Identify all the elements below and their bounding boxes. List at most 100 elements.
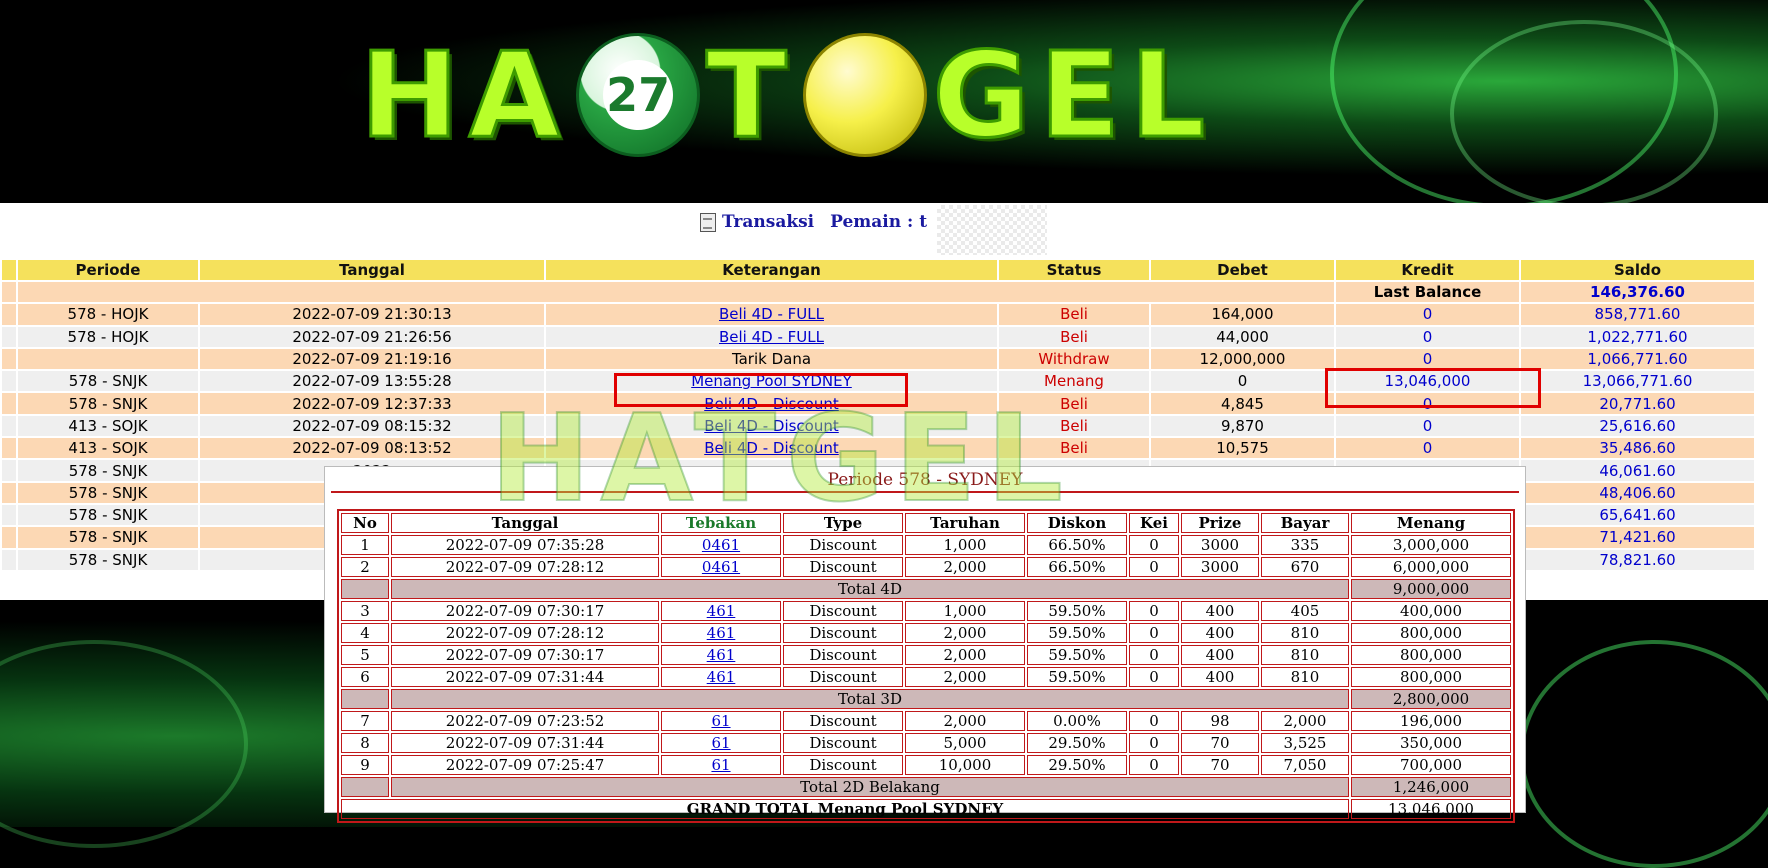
transaction-link[interactable]: Beli 4D - FULL <box>719 305 824 323</box>
cell-no: 8 <box>341 733 389 753</box>
cell-kei: 0 <box>1129 667 1179 687</box>
cell-saldo: 13,066,771.60 <box>1521 371 1754 392</box>
col-taruhan: Taruhan <box>905 513 1025 533</box>
cell-tebakan: 461 <box>661 667 781 687</box>
col-prize: Prize <box>1181 513 1259 533</box>
cell-menang: 6,000,000 <box>1351 557 1511 577</box>
cell-kredit: 0 <box>1336 348 1519 370</box>
cell-tebakan: 61 <box>661 711 781 731</box>
table-row: 578 - HOJK 2022-07-09 21:30:13 Beli 4D - F… <box>2 304 1754 325</box>
group-total-value: 9,000,000 <box>1351 579 1511 599</box>
group-total-value: 1,246,000 <box>1351 777 1511 797</box>
cell-no: 1 <box>341 535 389 555</box>
col-bayar: Bayar <box>1261 513 1349 533</box>
cell-periode: 578 - SNJK <box>18 371 198 392</box>
tebakan-link[interactable]: 461 <box>707 602 736 620</box>
table-header-edge <box>2 260 16 280</box>
title-pemain: Pemain : t <box>830 212 928 232</box>
transaction-link[interactable]: Beli 4D - FULL <box>719 328 824 346</box>
cell-debet: 9,870 <box>1151 415 1334 437</box>
cell-saldo: 48,406.60 <box>1521 482 1754 503</box>
cell-debet: 164,000 <box>1151 304 1334 325</box>
cell-periode <box>18 348 198 370</box>
cell-keterangan: Beli 4D - Discount <box>546 438 997 459</box>
col-no: No <box>341 513 389 533</box>
transaction-link[interactable]: Beli 4D - Discount <box>704 439 839 457</box>
cell-kei: 0 <box>1129 755 1179 775</box>
detail-popup: Periode 578 - SYDNEY No Tanggal Tebakan … <box>324 466 1526 823</box>
grand-total-value: 13,046,000 <box>1351 799 1511 819</box>
table-header-row: Periode Tanggal Keterangan Status Debet … <box>2 260 1754 280</box>
cell-bayar: 670 <box>1261 557 1349 577</box>
cell-menang: 800,000 <box>1351 623 1511 643</box>
detail-header-row: No Tanggal Tebakan Type Taruhan Diskon K… <box>341 513 1511 533</box>
group-total-label: Total 2D Belakang <box>391 777 1349 797</box>
table-row: 2022-07-09 21:19:16 Tarik Dana Withdraw 12,… <box>2 348 1754 370</box>
cell-bayar: 810 <box>1261 623 1349 643</box>
cell-kredit: 0 <box>1336 304 1519 325</box>
tebakan-link[interactable]: 0461 <box>702 536 740 554</box>
cell-prize: 400 <box>1181 667 1259 687</box>
cell-periode: 578 - HOJK <box>18 304 198 325</box>
grand-total-row: GRAND TOTAL Menang Pool SYDNEY 13,046,000 <box>341 799 1511 819</box>
detail-row: 1 2022-07-09 07:35:28 0461 Discount 1,000 66.… <box>341 535 1511 555</box>
tebakan-link[interactable]: 461 <box>707 624 736 642</box>
cell-bayar: 7,050 <box>1261 755 1349 775</box>
page-title: Transaksi Pemain : t <box>700 205 1048 255</box>
cell-tebakan: 461 <box>661 601 781 621</box>
highlight-box <box>1325 368 1541 408</box>
col-tanggal: Tanggal <box>200 260 544 280</box>
cell-diskon: 59.50% <box>1027 645 1127 665</box>
cell-tanggal: 2022-07-09 21:30:13 <box>200 304 544 325</box>
cell-diskon: 59.50% <box>1027 601 1127 621</box>
brand-logo: HA 27 T GEL <box>358 25 1380 166</box>
cell-periode: 578 - SNJK <box>18 393 198 414</box>
cell-tanggal: 2022-07-09 07:30:17 <box>391 601 659 621</box>
cell-periode: 578 - SNJK <box>18 549 198 570</box>
cell-status: Beli <box>999 393 1149 414</box>
tebakan-link[interactable]: 61 <box>711 756 730 774</box>
cell-prize: 3000 <box>1181 535 1259 555</box>
cell-menang: 800,000 <box>1351 667 1511 687</box>
tebakan-link[interactable]: 61 <box>711 712 730 730</box>
cell-prize: 70 <box>1181 755 1259 775</box>
cell-prize: 400 <box>1181 601 1259 621</box>
cell-tebakan: 461 <box>661 645 781 665</box>
cell-type: Discount <box>783 645 903 665</box>
cell-menang: 400,000 <box>1351 601 1511 621</box>
col-status: Status <box>999 260 1149 280</box>
tebakan-link[interactable]: 61 <box>711 734 730 752</box>
popup-title: Periode 578 - SYDNEY <box>827 470 1023 490</box>
swirl-decoration <box>1450 20 1718 208</box>
cell-no: 2 <box>341 557 389 577</box>
col-kei: Kei <box>1129 513 1179 533</box>
cell-bayar: 335 <box>1261 535 1349 555</box>
cell-saldo: 35,486.60 <box>1521 438 1754 459</box>
cell-tanggal: 2022-07-09 07:28:12 <box>391 557 659 577</box>
swirl-decoration <box>1520 640 1768 868</box>
detail-row: 3 2022-07-09 07:30:17 461 Discount 1,000 59.5… <box>341 601 1511 621</box>
cell-prize: 70 <box>1181 733 1259 753</box>
cell-kei: 0 <box>1129 733 1179 753</box>
detail-table: No Tanggal Tebakan Type Taruhan Diskon K… <box>337 509 1515 823</box>
cell-taruhan: 2,000 <box>905 623 1025 643</box>
cell-saldo: 71,421.60 <box>1521 527 1754 548</box>
detail-row: 9 2022-07-09 07:25:47 61 Discount 10,000 29.5… <box>341 755 1511 775</box>
cell-taruhan: 2,000 <box>905 557 1025 577</box>
tebakan-link[interactable]: 0461 <box>702 558 740 576</box>
cell-periode: 578 - SNJK <box>18 482 198 503</box>
cell-tebakan: 61 <box>661 755 781 775</box>
group-total-row: Total 3D 2,800,000 <box>341 689 1511 709</box>
group-total-row: Total 4D 9,000,000 <box>341 579 1511 599</box>
cell-tanggal: 2022-07-09 07:31:44 <box>391 733 659 753</box>
transaction-link[interactable]: Beli 4D - Discount <box>704 417 839 435</box>
cell-tanggal: 2022-07-09 07:23:52 <box>391 711 659 731</box>
cell-diskon: 29.50% <box>1027 733 1127 753</box>
cell-tanggal: 2022-07-09 21:19:16 <box>200 348 544 370</box>
document-icon <box>700 212 716 232</box>
tebakan-link[interactable]: 461 <box>707 646 736 664</box>
cell-kei: 0 <box>1129 601 1179 621</box>
logo-text-t: T <box>705 25 797 166</box>
col-type: Type <box>783 513 903 533</box>
tebakan-link[interactable]: 461 <box>707 668 736 686</box>
